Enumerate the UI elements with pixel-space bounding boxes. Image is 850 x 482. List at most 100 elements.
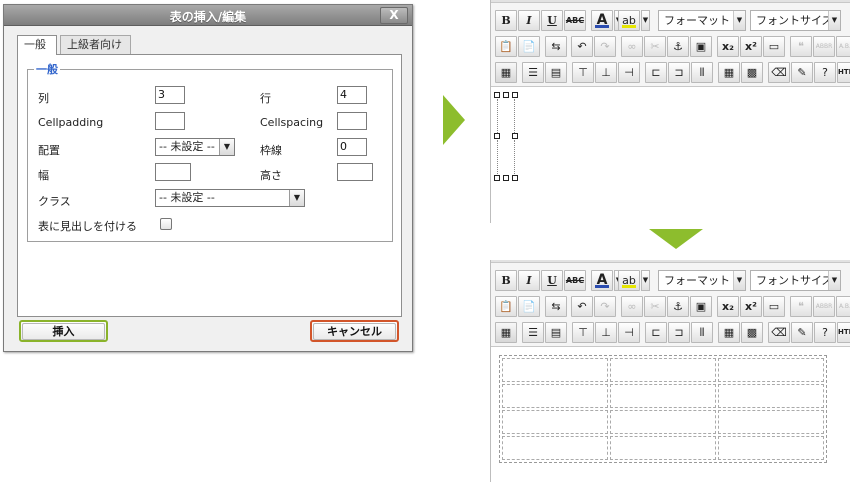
superscript-icon[interactable]: x²	[740, 296, 762, 317]
resize-handle[interactable]	[494, 92, 500, 98]
tab-general[interactable]: 一般	[17, 35, 57, 55]
inserted-table[interactable]	[499, 355, 827, 463]
table-cell[interactable]	[610, 410, 716, 434]
forecolor-icon[interactable]: A	[591, 10, 613, 31]
help-icon[interactable]: ?	[814, 62, 836, 83]
delete-col-icon[interactable]: ⫴	[691, 322, 713, 343]
visual-aid-icon[interactable]: ▦	[718, 62, 740, 83]
underline-icon[interactable]: U	[541, 10, 563, 31]
table-edit-icon[interactable]: ▦	[495, 322, 517, 343]
fontsize-select[interactable]: フォントサイズ ▼	[750, 270, 841, 291]
table-edit-icon[interactable]: ▦	[495, 62, 517, 83]
cols-input[interactable]: 4	[337, 86, 367, 104]
tab-advanced[interactable]: 上級者向け	[60, 35, 131, 54]
media-icon[interactable]: ▭	[763, 36, 785, 57]
resize-handle[interactable]	[494, 133, 500, 139]
insert-row-after-icon[interactable]: ⊥	[595, 62, 617, 83]
format-select[interactable]: フォーマット ▼	[658, 270, 746, 291]
paste-text-icon[interactable]: 📋	[495, 296, 517, 317]
table-cell[interactable]	[610, 384, 716, 408]
resize-handle[interactable]	[512, 175, 518, 181]
anchor-icon[interactable]: ⚓	[667, 296, 689, 317]
find-replace-icon[interactable]: ⇆	[545, 36, 567, 57]
highlight-dropdown-icon[interactable]: ▼	[641, 270, 650, 291]
bold-icon[interactable]: B	[495, 10, 517, 31]
insert-row-before-icon[interactable]: ⊤	[572, 322, 594, 343]
acronym-icon[interactable]: A.B.C	[836, 296, 850, 317]
redo-icon[interactable]: ↷	[594, 36, 616, 57]
caption-checkbox[interactable]	[160, 218, 172, 230]
italic-icon[interactable]: I	[518, 10, 540, 31]
editor-content-before[interactable]	[491, 86, 850, 223]
blockquote-icon[interactable]: ❝	[790, 36, 812, 57]
cleanup-icon[interactable]: ✎	[791, 322, 813, 343]
media-icon[interactable]: ▭	[763, 296, 785, 317]
cellspacing-input[interactable]	[337, 112, 367, 130]
insert-button[interactable]: 挿入	[19, 320, 108, 342]
cell-props-icon[interactable]: ▤	[545, 322, 567, 343]
row-props-icon[interactable]: ☰	[522, 322, 544, 343]
format-select[interactable]: フォーマット ▼	[658, 10, 746, 31]
help-icon[interactable]: ?	[814, 322, 836, 343]
undo-icon[interactable]: ↶	[571, 296, 593, 317]
image-icon[interactable]: ▣	[690, 296, 712, 317]
link-icon[interactable]: ∞	[621, 296, 643, 317]
visual-aid-icon[interactable]: ▦	[718, 322, 740, 343]
insert-row-after-icon[interactable]: ⊥	[595, 322, 617, 343]
cellpadding-input[interactable]	[155, 112, 185, 130]
delete-row-icon[interactable]: ⊣	[618, 322, 640, 343]
fontsize-select[interactable]: フォントサイズ ▼	[750, 10, 841, 31]
link-icon[interactable]: ∞	[621, 36, 643, 57]
redo-icon[interactable]: ↷	[594, 296, 616, 317]
editor-content-after[interactable]	[491, 346, 850, 482]
delete-row-icon[interactable]: ⊣	[618, 62, 640, 83]
unlink-icon[interactable]: ✂	[644, 36, 666, 57]
highlight-icon[interactable]: ab	[618, 10, 640, 31]
image-icon[interactable]: ▣	[690, 36, 712, 57]
forecolor-icon[interactable]: A	[591, 270, 613, 291]
table-cell[interactable]	[610, 358, 716, 382]
underline-icon[interactable]: U	[541, 270, 563, 291]
insert-col-before-icon[interactable]: ⊏	[645, 62, 667, 83]
paste-word-icon[interactable]: 📄	[518, 296, 540, 317]
unlink-icon[interactable]: ✂	[644, 296, 666, 317]
highlight-dropdown-icon[interactable]: ▼	[641, 10, 650, 31]
table-cell[interactable]	[502, 436, 608, 460]
resize-handle[interactable]	[512, 92, 518, 98]
resize-handle[interactable]	[503, 92, 509, 98]
dialog-titlebar[interactable]: 表の挿入/編集 X	[4, 5, 412, 26]
paste-text-icon[interactable]: 📋	[495, 36, 517, 57]
table-cell[interactable]	[718, 410, 824, 434]
insert-col-after-icon[interactable]: ⊐	[668, 62, 690, 83]
insert-col-after-icon[interactable]: ⊐	[668, 322, 690, 343]
bold-icon[interactable]: B	[495, 270, 517, 291]
paste-word-icon[interactable]: 📄	[518, 36, 540, 57]
abbr-icon[interactable]: ABBR	[813, 296, 835, 317]
close-button[interactable]: X	[380, 7, 408, 24]
cancel-button[interactable]: キャンセル	[310, 320, 399, 342]
align-select[interactable]: -- 未設定 -- ▼	[155, 138, 235, 156]
undo-icon[interactable]: ↶	[571, 36, 593, 57]
class-select[interactable]: -- 未設定 -- ▼	[155, 189, 305, 207]
highlight-icon[interactable]: ab	[618, 270, 640, 291]
height-input[interactable]	[337, 163, 373, 181]
html-icon[interactable]: HTML	[837, 62, 850, 83]
table-cell[interactable]	[718, 436, 824, 460]
resize-handle[interactable]	[512, 133, 518, 139]
table-cell[interactable]	[718, 358, 824, 382]
cleanup-icon[interactable]: ✎	[791, 62, 813, 83]
table-cell[interactable]	[610, 436, 716, 460]
cell-props-icon[interactable]: ▤	[545, 62, 567, 83]
row-props-icon[interactable]: ☰	[522, 62, 544, 83]
blockquote-icon[interactable]: ❝	[790, 296, 812, 317]
resize-handle[interactable]	[494, 175, 500, 181]
table-grid-icon[interactable]: ▩	[741, 322, 763, 343]
strikethrough-icon[interactable]: ABC	[564, 270, 586, 291]
table-cell[interactable]	[718, 384, 824, 408]
insert-row-before-icon[interactable]: ⊤	[572, 62, 594, 83]
eraser-icon[interactable]: ⌫	[768, 62, 790, 83]
find-replace-icon[interactable]: ⇆	[545, 296, 567, 317]
italic-icon[interactable]: I	[518, 270, 540, 291]
insert-col-before-icon[interactable]: ⊏	[645, 322, 667, 343]
eraser-icon[interactable]: ⌫	[768, 322, 790, 343]
